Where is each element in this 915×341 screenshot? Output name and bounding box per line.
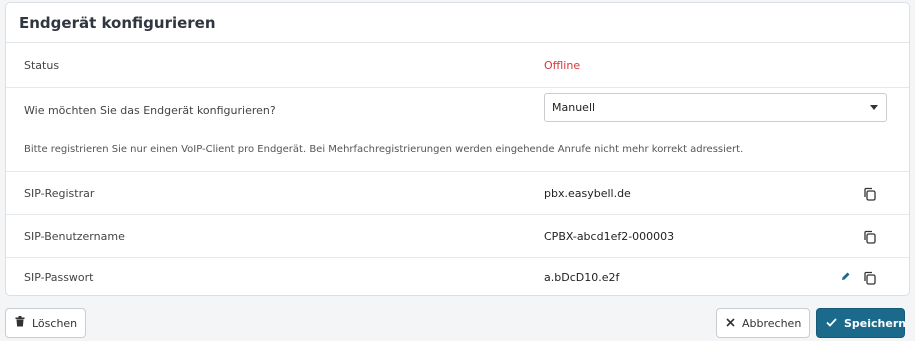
config-select-value: Manuell bbox=[552, 101, 596, 114]
config-row: Wie möchten Sie das Endgerät konfigurier… bbox=[6, 87, 909, 172]
save-label: Speichern bbox=[844, 316, 907, 330]
delete-label: Löschen bbox=[32, 316, 78, 330]
delete-button[interactable]: Löschen bbox=[5, 308, 86, 338]
cancel-button[interactable]: Abbrechen bbox=[716, 308, 810, 338]
close-icon bbox=[726, 317, 735, 330]
status-label: Status bbox=[24, 59, 60, 72]
copy-icon[interactable] bbox=[863, 230, 877, 244]
sip-password-label: SIP-Passwort bbox=[24, 270, 94, 284]
sip-user-value: CPBX-abcd1ef2-000003 bbox=[544, 229, 675, 243]
sip-password-value: a.bDcD10.e2f bbox=[544, 270, 620, 284]
cancel-label: Abbrechen bbox=[742, 316, 802, 330]
status-row: Status Offline bbox=[6, 44, 909, 87]
chevron-down-icon bbox=[870, 105, 878, 110]
config-label: Wie möchten Sie das Endgerät konfigurier… bbox=[24, 104, 276, 117]
status-badge: Offline bbox=[544, 59, 581, 72]
trash-icon bbox=[15, 316, 25, 330]
pencil-icon[interactable] bbox=[840, 271, 851, 282]
sip-password-row: SIP-Passwort a.bDcD10.e2f bbox=[6, 257, 909, 296]
copy-icon[interactable] bbox=[863, 187, 877, 201]
config-hint: Bitte registrieren Sie nur einen VoIP-Cl… bbox=[24, 144, 744, 155]
sip-registrar-row: SIP-Registrar pbx.easybell.de bbox=[6, 171, 909, 215]
sip-registrar-value: pbx.easybell.de bbox=[544, 187, 631, 200]
check-icon bbox=[826, 317, 837, 330]
copy-icon[interactable] bbox=[863, 271, 877, 285]
device-config-card: Endgerät konfigurieren Status Offline Wi… bbox=[5, 2, 910, 296]
sip-user-label: SIP-Benutzername bbox=[24, 229, 125, 243]
save-button[interactable]: Speichern bbox=[816, 308, 907, 338]
config-select[interactable]: Manuell bbox=[544, 93, 887, 122]
sip-user-row: SIP-Benutzername CPBX-abcd1ef2-000003 bbox=[6, 214, 909, 257]
sip-registrar-label: SIP-Registrar bbox=[24, 187, 95, 200]
card-title: Endgerät konfigurieren bbox=[6, 3, 909, 43]
